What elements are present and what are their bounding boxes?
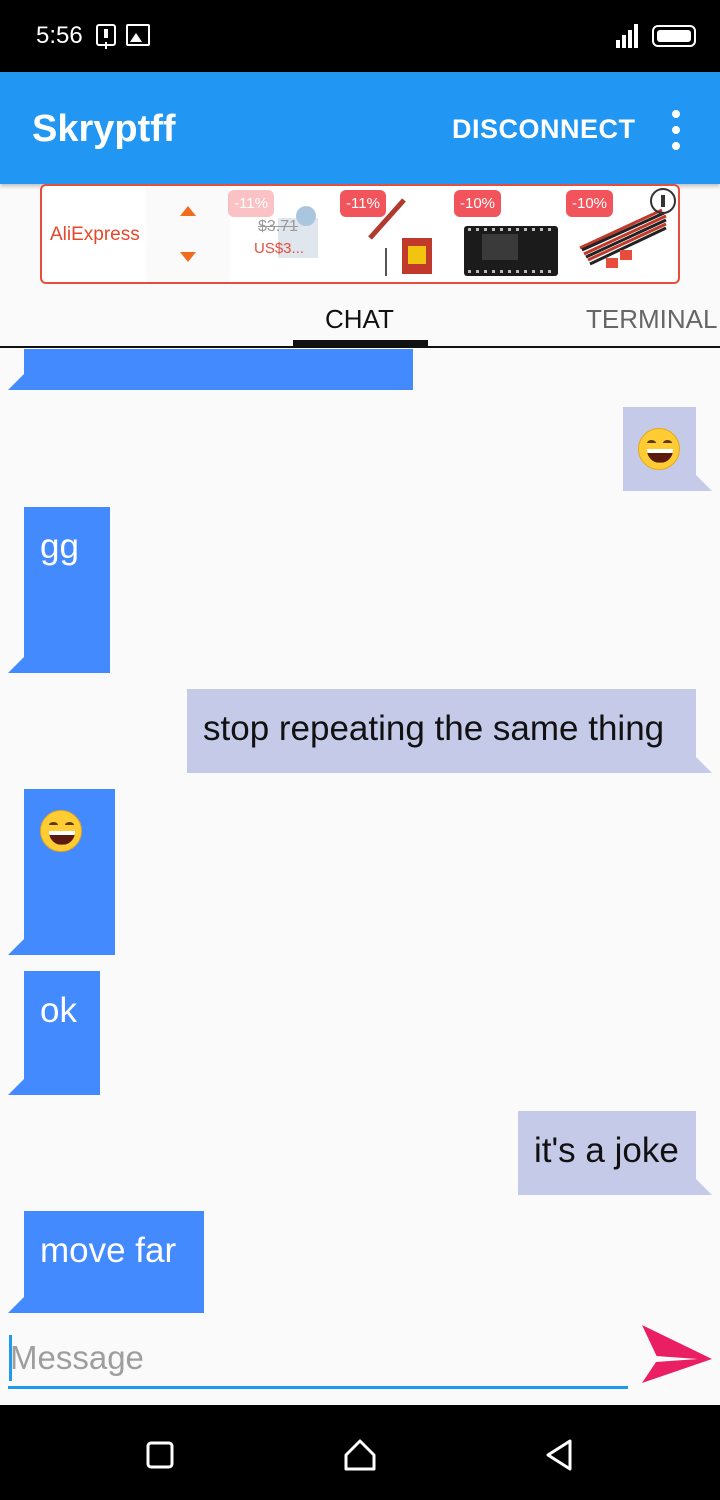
image-icon bbox=[126, 24, 150, 46]
app-bar: Skryptff DISCONNECT bbox=[0, 72, 720, 184]
message-incoming bbox=[8, 789, 115, 955]
ad-logo: AliExpress bbox=[50, 224, 140, 245]
arrow-down-icon[interactable] bbox=[180, 252, 196, 262]
system-nav-bar bbox=[0, 1405, 720, 1500]
disconnect-button[interactable]: DISCONNECT bbox=[452, 114, 636, 145]
ad-item[interactable]: -11% bbox=[340, 188, 448, 280]
message-outgoing: it's a joke bbox=[518, 1111, 712, 1195]
arrow-up-icon[interactable] bbox=[180, 206, 196, 216]
send-button[interactable] bbox=[638, 1321, 716, 1387]
ad-banner[interactable]: AliExpress -11% $3.71 US$3... -11% -10% … bbox=[40, 184, 680, 284]
message-input[interactable] bbox=[8, 1329, 628, 1389]
tab-indicator bbox=[293, 340, 428, 346]
status-bar: 5:56 bbox=[0, 0, 720, 72]
ad-info-icon[interactable] bbox=[650, 188, 676, 214]
more-vert-icon[interactable] bbox=[668, 110, 684, 150]
message-incoming: move far bbox=[8, 1211, 204, 1313]
ad-discount-badge: -10% bbox=[566, 190, 614, 217]
grinning-face-emoji-icon bbox=[40, 809, 82, 852]
alert-icon bbox=[96, 24, 116, 46]
text-cursor bbox=[9, 1335, 12, 1381]
status-time: 5:56 bbox=[36, 22, 83, 49]
ad-price: US$3... bbox=[254, 240, 305, 257]
tab-chat[interactable]: CHAT bbox=[325, 304, 394, 335]
message-text: move far bbox=[40, 1231, 177, 1270]
message-composer bbox=[0, 1315, 720, 1405]
message-text: ok bbox=[40, 991, 77, 1030]
send-icon bbox=[642, 1325, 712, 1383]
chat-message-list[interactable]: gg stop repeating the same thing ok it's… bbox=[0, 349, 720, 1315]
ad-item[interactable]: -11% $3.71 US$3... bbox=[228, 188, 336, 280]
ad-old-price: $3.71 bbox=[258, 218, 299, 235]
tab-bar: CHAT TERMINAL bbox=[0, 290, 720, 348]
app-title: Skryptff bbox=[32, 108, 176, 150]
message-outgoing: stop repeating the same thing bbox=[187, 689, 712, 773]
ad-item[interactable]: -10% bbox=[454, 188, 562, 280]
ad-discount-badge: -11% bbox=[340, 190, 386, 217]
message-outgoing bbox=[623, 407, 712, 491]
battery-icon bbox=[652, 25, 696, 47]
message-text: it's a joke bbox=[534, 1131, 679, 1170]
message-text: stop repeating the same thing bbox=[203, 709, 665, 748]
message-incoming: gg bbox=[8, 507, 110, 673]
grinning-face-emoji-icon bbox=[638, 427, 680, 470]
message-text: gg bbox=[40, 527, 79, 566]
ad-scroll-arrows[interactable] bbox=[146, 186, 230, 282]
tab-terminal[interactable]: TERMINAL bbox=[586, 304, 717, 335]
back-icon[interactable] bbox=[540, 1435, 580, 1475]
message-incoming: ok bbox=[8, 971, 100, 1095]
home-icon[interactable] bbox=[340, 1435, 380, 1475]
ad-discount-badge: -11% bbox=[228, 190, 274, 217]
recents-square-icon[interactable] bbox=[140, 1435, 180, 1475]
message-incoming bbox=[8, 349, 413, 390]
ad-discount-badge: -10% bbox=[454, 190, 502, 217]
signal-icon bbox=[616, 22, 642, 48]
